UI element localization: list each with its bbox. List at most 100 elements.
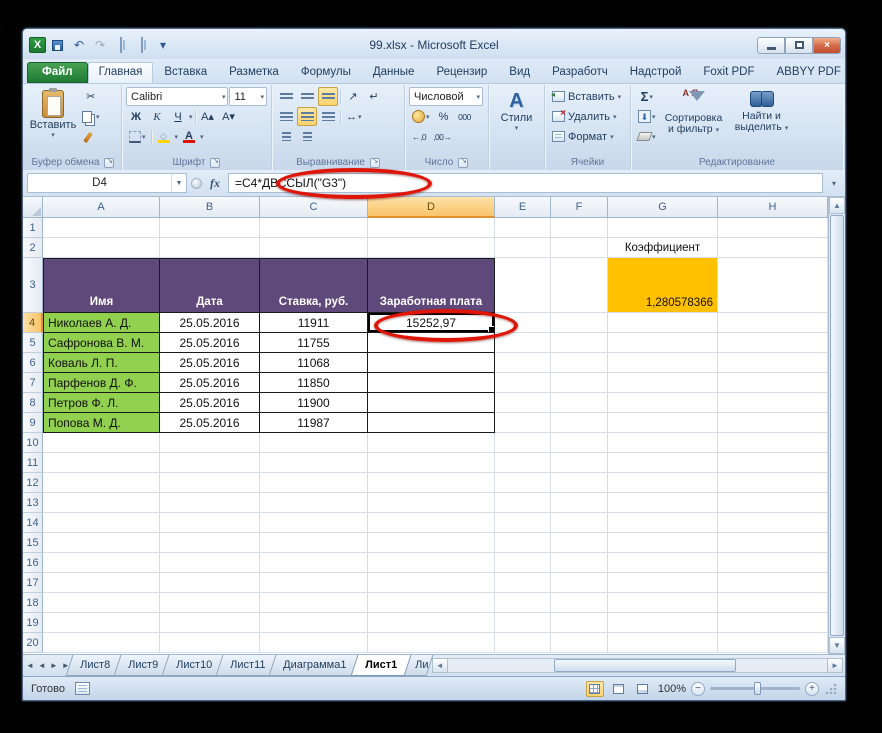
- number-format-combo[interactable]: Числовой▾: [409, 87, 483, 106]
- page-layout-view-button[interactable]: [610, 681, 628, 697]
- expand-formula-bar-icon[interactable]: ▾: [827, 179, 841, 188]
- cell-F8[interactable]: [551, 393, 608, 413]
- cell-C2[interactable]: [260, 238, 368, 258]
- cell-B5[interactable]: 25.05.2016: [160, 333, 260, 353]
- ribbon-tab-главная[interactable]: Главная: [88, 62, 154, 83]
- borders-button[interactable]: ▾: [126, 127, 149, 146]
- align-middle-button[interactable]: [297, 87, 317, 106]
- undo-icon[interactable]: ↶: [70, 37, 88, 54]
- row-header-2[interactable]: 2: [23, 238, 43, 258]
- cell-H3[interactable]: [718, 258, 828, 313]
- cell-H9[interactable]: [718, 413, 828, 433]
- merge-center-button[interactable]: ↔▾: [343, 107, 365, 126]
- cell-E15[interactable]: [495, 533, 551, 553]
- column-header-B[interactable]: B: [160, 197, 260, 218]
- row-header-15[interactable]: 15: [23, 533, 43, 553]
- page-break-view-button[interactable]: [634, 681, 652, 697]
- save-icon[interactable]: [49, 37, 67, 54]
- cell-H14[interactable]: [718, 513, 828, 533]
- first-sheet-icon[interactable]: ◄: [26, 661, 34, 670]
- cell-C15[interactable]: [260, 533, 368, 553]
- format-painter-button[interactable]: [79, 127, 103, 146]
- cell-E12[interactable]: [495, 473, 551, 493]
- clipboard-dialog-launcher-icon[interactable]: [104, 158, 114, 168]
- close-button[interactable]: ×: [813, 37, 841, 54]
- cell-C16[interactable]: [260, 553, 368, 573]
- cell-F14[interactable]: [551, 513, 608, 533]
- prev-sheet-icon[interactable]: ◄: [38, 661, 46, 670]
- row-header-13[interactable]: 13: [23, 493, 43, 513]
- cell-B1[interactable]: [160, 218, 260, 238]
- cell-E20[interactable]: [495, 633, 551, 653]
- cell-E18[interactable]: [495, 593, 551, 613]
- cell-D13[interactable]: [368, 493, 495, 513]
- italic-button[interactable]: К: [147, 107, 167, 126]
- cell-A19[interactable]: [43, 613, 160, 633]
- cell-D6[interactable]: [368, 353, 495, 373]
- sheet-tab-диаграмма1[interactable]: Диаграмма1: [269, 655, 361, 676]
- cell-H5[interactable]: [718, 333, 828, 353]
- cell-H10[interactable]: [718, 433, 828, 453]
- column-header-C[interactable]: C: [260, 197, 368, 218]
- cell-C12[interactable]: [260, 473, 368, 493]
- cell-A11[interactable]: [43, 453, 160, 473]
- find-select-button[interactable]: Найти и выделить ▾: [729, 87, 795, 154]
- cell-A10[interactable]: [43, 433, 160, 453]
- cell-H1[interactable]: [718, 218, 828, 238]
- zoom-slider-thumb[interactable]: [754, 682, 761, 695]
- cell-B15[interactable]: [160, 533, 260, 553]
- cell-G12[interactable]: [608, 473, 718, 493]
- cell-F6[interactable]: [551, 353, 608, 373]
- font-color-button[interactable]: А: [179, 127, 199, 146]
- cell-A1[interactable]: [43, 218, 160, 238]
- cell-C11[interactable]: [260, 453, 368, 473]
- accounting-format-button[interactable]: ▾: [409, 107, 433, 126]
- cell-A3[interactable]: Имя: [43, 258, 160, 313]
- row-header-6[interactable]: 6: [23, 353, 43, 373]
- row-header-9[interactable]: 9: [23, 413, 43, 433]
- styles-button[interactable]: А Стили ▾: [493, 87, 540, 154]
- cell-D10[interactable]: [368, 433, 495, 453]
- cell-F10[interactable]: [551, 433, 608, 453]
- scroll-right-icon[interactable]: ►: [827, 658, 843, 673]
- cell-G17[interactable]: [608, 573, 718, 593]
- cell-B12[interactable]: [160, 473, 260, 493]
- row-header-12[interactable]: 12: [23, 473, 43, 493]
- cell-H7[interactable]: [718, 373, 828, 393]
- cell-F18[interactable]: [551, 593, 608, 613]
- cell-B7[interactable]: 25.05.2016: [160, 373, 260, 393]
- cell-E13[interactable]: [495, 493, 551, 513]
- macro-record-icon[interactable]: [75, 682, 90, 695]
- cell-H19[interactable]: [718, 613, 828, 633]
- cell-H20[interactable]: [718, 633, 828, 653]
- cell-D15[interactable]: [368, 533, 495, 553]
- scroll-left-icon[interactable]: ◄: [432, 658, 448, 673]
- cell-A4[interactable]: Николаев А. Д.: [43, 313, 160, 333]
- cell-C4[interactable]: 11911: [260, 313, 368, 333]
- cell-E17[interactable]: [495, 573, 551, 593]
- scroll-up-icon[interactable]: ▲: [829, 197, 845, 214]
- column-header-D[interactable]: D: [368, 197, 495, 218]
- ribbon-tab-foxit-pdf[interactable]: Foxit PDF: [692, 62, 765, 83]
- cell-G10[interactable]: [608, 433, 718, 453]
- row-header-1[interactable]: 1: [23, 218, 43, 238]
- underline-button[interactable]: Ч: [168, 107, 188, 126]
- cell-C18[interactable]: [260, 593, 368, 613]
- cell-D8[interactable]: [368, 393, 495, 413]
- cell-A9[interactable]: Попова М. Д.: [43, 413, 160, 433]
- cell-G20[interactable]: [608, 633, 718, 653]
- cell-F1[interactable]: [551, 218, 608, 238]
- next-sheet-icon[interactable]: ►: [50, 661, 58, 670]
- cell-D11[interactable]: [368, 453, 495, 473]
- cell-C9[interactable]: 11987: [260, 413, 368, 433]
- horizontal-scroll-track[interactable]: [448, 658, 827, 673]
- cell-C7[interactable]: 11850: [260, 373, 368, 393]
- cell-A20[interactable]: [43, 633, 160, 653]
- cell-D16[interactable]: [368, 553, 495, 573]
- cell-F17[interactable]: [551, 573, 608, 593]
- fill-color-button[interactable]: ◇: [154, 127, 174, 146]
- row-header-3[interactable]: 3: [23, 258, 43, 313]
- column-header-H[interactable]: H: [718, 197, 828, 218]
- insert-cells-button[interactable]: Вставить▾: [549, 87, 626, 106]
- row-header-11[interactable]: 11: [23, 453, 43, 473]
